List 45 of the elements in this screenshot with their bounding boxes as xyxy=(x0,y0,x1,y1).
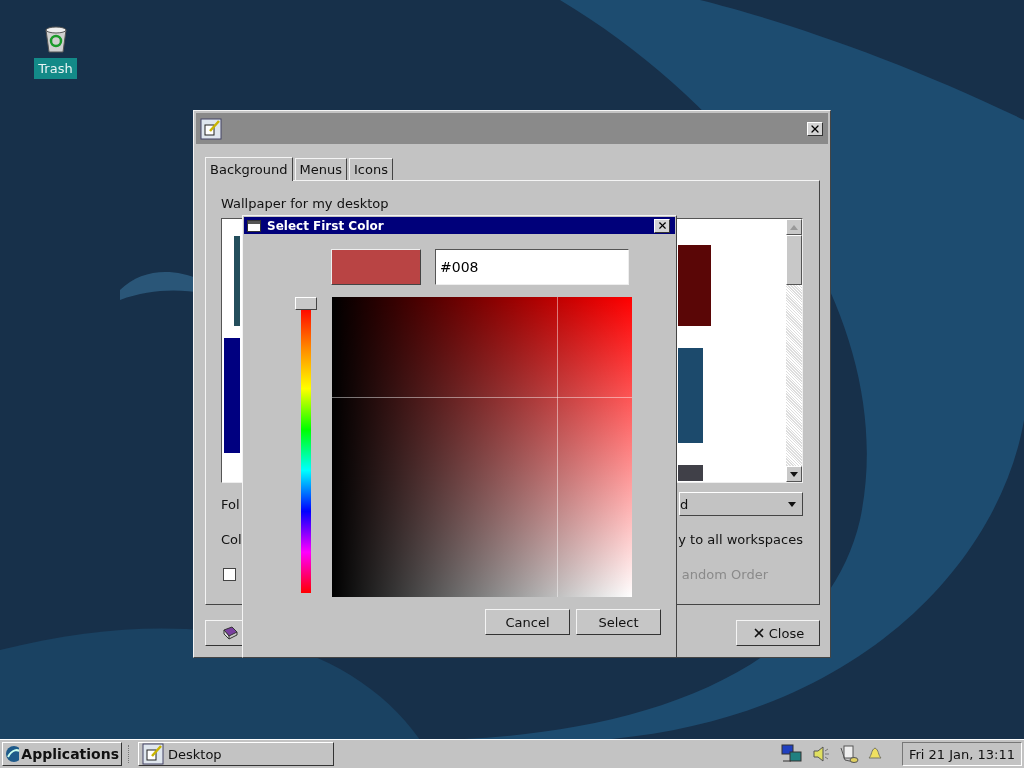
clock[interactable]: Fri 21 Jan, 13:11 xyxy=(901,742,1022,766)
option-label: andom Order xyxy=(681,566,768,582)
slider-thumb[interactable] xyxy=(295,297,317,310)
wallpaper-thumbnail[interactable] xyxy=(234,236,240,326)
dialog-title: Select First Color xyxy=(267,218,385,233)
pen-icon xyxy=(200,117,222,140)
tab[interactable]: Menus xyxy=(294,158,348,180)
close-icon xyxy=(656,220,668,231)
checkbox[interactable] xyxy=(223,567,236,581)
caret-icon xyxy=(788,501,796,507)
down-arrow-icon[interactable] xyxy=(790,471,798,477)
applications-button[interactable]: Applications xyxy=(2,742,122,766)
wallpaper-thumbnail[interactable] xyxy=(678,348,703,443)
tab[interactable]: Icons xyxy=(349,158,393,180)
hex-input[interactable]: #008 xyxy=(435,249,629,285)
scroll-thumb[interactable] xyxy=(786,235,802,285)
wallpaper-thumbnail[interactable] xyxy=(224,338,240,453)
hue-slider[interactable] xyxy=(295,297,317,593)
device-icon[interactable] xyxy=(838,744,859,764)
book-icon xyxy=(222,625,238,641)
close-button[interactable] xyxy=(654,218,670,233)
tab[interactable]: Background xyxy=(205,157,293,181)
dialog-button[interactable]: Cancel xyxy=(485,609,570,635)
color-gradient[interactable] xyxy=(332,297,632,597)
wallpaper-thumbnail[interactable] xyxy=(678,465,703,481)
wallpaper-label: Wallpaper for my desktop xyxy=(221,196,390,211)
network-icon[interactable] xyxy=(780,744,803,764)
icon-label[interactable]: Trash xyxy=(34,58,77,79)
dropdown[interactable]: d xyxy=(679,492,803,516)
wallpaper-thumbnail[interactable] xyxy=(678,245,711,326)
close-button[interactable]: Close xyxy=(736,620,820,646)
bell-icon[interactable] xyxy=(867,747,882,761)
field-label: Col xyxy=(221,531,242,547)
up-arrow-icon xyxy=(790,224,798,230)
window-icon xyxy=(247,219,261,232)
logo-icon xyxy=(5,745,20,763)
scrollbar[interactable] xyxy=(786,219,802,482)
task-button[interactable]: Desktop xyxy=(138,742,334,766)
option-label: y to all workspaces xyxy=(678,531,803,547)
field-label: Fol xyxy=(221,496,240,512)
dialog-button[interactable]: Select xyxy=(576,609,661,635)
scroll-up-button[interactable] xyxy=(786,219,802,235)
close-button[interactable] xyxy=(807,121,823,136)
speaker-icon[interactable] xyxy=(811,745,830,763)
pen-icon xyxy=(142,743,164,765)
